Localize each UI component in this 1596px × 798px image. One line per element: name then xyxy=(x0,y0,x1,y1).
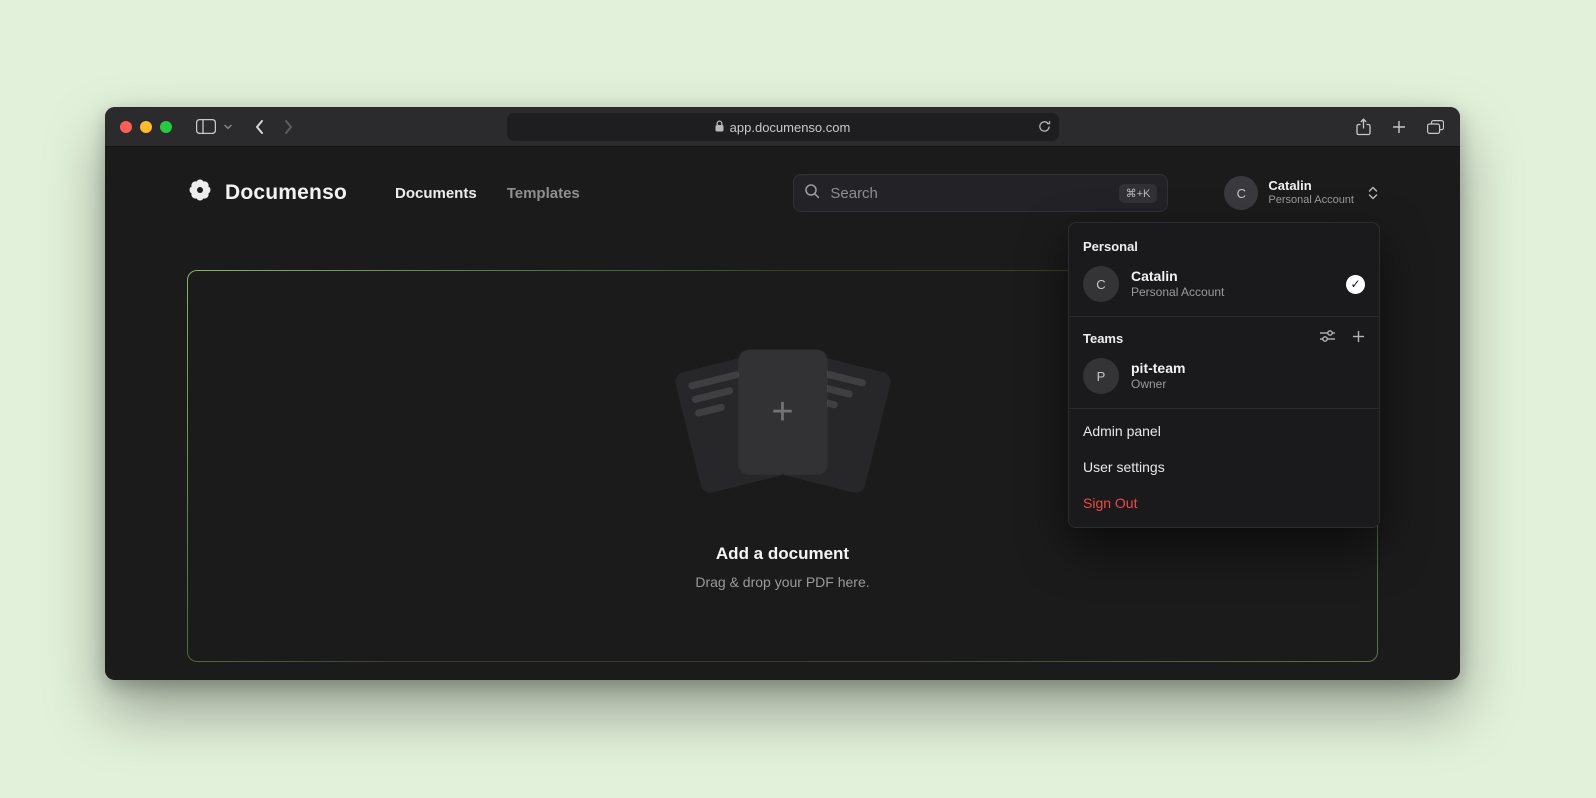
account-type: Personal Account xyxy=(1268,194,1354,208)
traffic-lights xyxy=(120,121,172,133)
browser-toolbar: app.documenso.com xyxy=(105,107,1460,147)
team-name: pit-team xyxy=(1131,359,1185,377)
document-cards-illustration: + xyxy=(643,342,923,510)
brand-link[interactable]: Documenso xyxy=(187,177,347,209)
toolbar-right-controls xyxy=(1356,118,1444,136)
share-icon[interactable] xyxy=(1356,118,1371,136)
menu-item-sign-out[interactable]: Sign Out xyxy=(1069,485,1379,521)
avatar: C xyxy=(1083,266,1119,302)
menu-item-admin-panel[interactable]: Admin panel xyxy=(1069,413,1379,449)
sidebar-toggle-icon[interactable] xyxy=(196,119,216,134)
app-page: Documenso Documents Templates ⌘+K C Cata… xyxy=(105,147,1460,679)
dropzone-subtitle: Drag & drop your PDF here. xyxy=(695,574,869,590)
personal-account-name: Catalin xyxy=(1131,267,1224,285)
personal-account-item[interactable]: C Catalin Personal Account ✓ xyxy=(1069,262,1379,314)
team-role: Owner xyxy=(1131,377,1185,393)
lock-icon xyxy=(715,120,724,135)
team-avatar: P xyxy=(1083,358,1119,394)
app-header: Documenso Documents Templates ⌘+K C Cata… xyxy=(187,171,1378,215)
teams-label: Teams xyxy=(1083,331,1123,346)
team-item[interactable]: P pit-team Owner xyxy=(1069,354,1379,406)
selected-check-icon: ✓ xyxy=(1346,275,1365,294)
search-shortcut-badge: ⌘+K xyxy=(1119,184,1158,203)
personal-account-type: Personal Account xyxy=(1131,285,1224,301)
add-team-icon[interactable] xyxy=(1352,330,1365,348)
nav-item-documents[interactable]: Documents xyxy=(395,185,477,202)
document-card-center: + xyxy=(739,350,827,474)
minimize-window-button[interactable] xyxy=(140,121,152,133)
tab-overview-icon[interactable] xyxy=(1427,120,1444,134)
address-bar[interactable]: app.documenso.com xyxy=(507,113,1059,141)
search-box[interactable]: ⌘+K xyxy=(793,174,1168,212)
menu-section-personal: Personal xyxy=(1069,229,1379,262)
avatar: C xyxy=(1224,176,1258,210)
menu-item-user-settings[interactable]: User settings xyxy=(1069,449,1379,485)
close-window-button[interactable] xyxy=(120,121,132,133)
url-text: app.documenso.com xyxy=(730,120,851,135)
account-dropdown-menu: Personal C Catalin Personal Account ✓ Te… xyxy=(1068,222,1380,528)
nav-item-templates[interactable]: Templates xyxy=(507,185,580,202)
sidebar-chevron-down-icon[interactable] xyxy=(224,124,232,130)
forward-icon[interactable] xyxy=(284,119,294,135)
browser-window: app.documenso.com xyxy=(105,107,1460,680)
search-input[interactable] xyxy=(828,184,1110,203)
dropzone-title: Add a document xyxy=(716,544,849,564)
zoom-window-button[interactable] xyxy=(160,121,172,133)
reload-icon[interactable] xyxy=(1038,120,1051,136)
menu-divider xyxy=(1069,316,1379,317)
manage-teams-icon[interactable] xyxy=(1319,329,1336,348)
account-name: Catalin xyxy=(1268,178,1354,194)
chevron-up-down-icon xyxy=(1368,185,1378,201)
brand-name: Documenso xyxy=(225,181,347,205)
main-nav: Documents Templates xyxy=(395,185,580,202)
menu-divider xyxy=(1069,408,1379,409)
back-icon[interactable] xyxy=(254,119,264,135)
new-tab-icon[interactable] xyxy=(1392,120,1406,134)
account-menu-trigger[interactable]: C Catalin Personal Account xyxy=(1224,176,1378,210)
search-icon xyxy=(804,183,820,204)
documenso-logo-icon xyxy=(187,177,213,209)
toolbar-left-controls xyxy=(196,119,294,135)
menu-section-teams: Teams xyxy=(1069,321,1379,354)
plus-icon: + xyxy=(771,393,793,431)
